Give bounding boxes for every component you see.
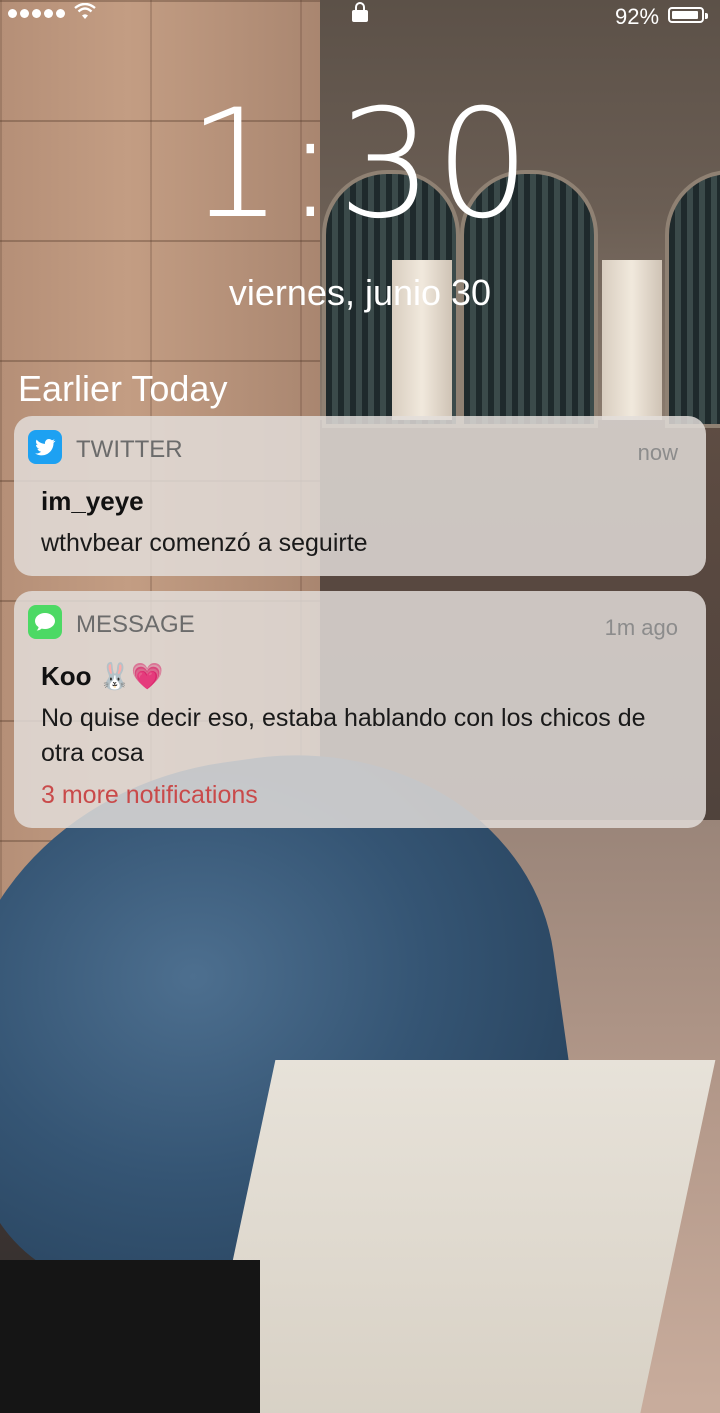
lockscreen-time: 1:30 <box>187 78 533 252</box>
notification-body: No quise decir eso, estaba hablando con … <box>41 704 646 767</box>
status-bar: 92% <box>0 0 720 32</box>
notification-sender: im_yeye <box>41 486 144 516</box>
notification-app-name: TWITTER <box>76 436 183 463</box>
wallpaper-railing <box>194 1060 716 1413</box>
notification-app-name: MESSAGE <box>76 611 195 638</box>
twitter-bird-icon <box>28 430 62 464</box>
notification-body: wthvbear comenzó a seguirte <box>41 529 368 557</box>
notification-sender: Koo 🐰💗 <box>41 661 164 691</box>
signal-strength-icon <box>8 9 65 18</box>
notification-time: 1m ago <box>604 615 678 640</box>
notifications-section-title: Earlier Today <box>18 368 228 409</box>
more-notifications-link[interactable]: 3 more notifications <box>41 781 258 810</box>
notification-time: now <box>637 440 678 465</box>
wifi-icon <box>74 2 96 27</box>
battery-percent: 92% <box>615 4 660 29</box>
notification-twitter[interactable]: TWITTER now im_yeye wthvbear comenzó a s… <box>14 416 706 576</box>
notification-message[interactable]: MESSAGE 1m ago Koo 🐰💗 No quise decir eso… <box>14 591 706 828</box>
lockscreen-date: viernes, junio 30 <box>228 272 492 313</box>
lock-icon <box>352 2 368 22</box>
wallpaper-shadow <box>0 1260 260 1413</box>
battery-icon <box>668 7 708 23</box>
message-bubble-icon <box>28 605 62 639</box>
